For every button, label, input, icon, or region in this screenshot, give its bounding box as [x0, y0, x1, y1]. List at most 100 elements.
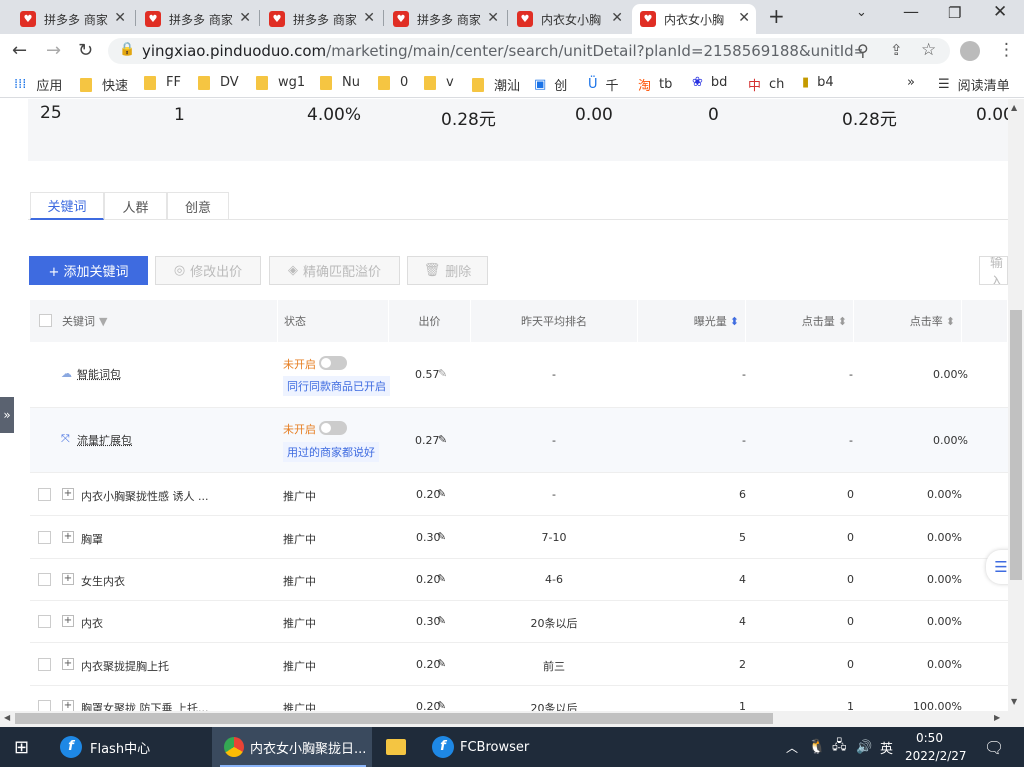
keyword-search-input[interactable]: 输入 [979, 256, 1008, 285]
browser-tab[interactable]: ♥ 拼多多 商家 ✕ [385, 4, 505, 34]
restore-icon[interactable]: ❐ [948, 4, 961, 22]
edit-icon[interactable]: ✎ [437, 614, 446, 627]
bookmark-link[interactable]: ❀ bd [692, 75, 727, 90]
volume-icon[interactable]: 🔊 [856, 727, 872, 767]
back-icon[interactable]: ← [12, 40, 27, 61]
bookmarks-overflow-button[interactable]: » [907, 75, 915, 90]
close-tab-icon[interactable]: ✕ [487, 10, 499, 26]
apps-bookmark[interactable]: ⁞⁞⁞ 应用 [14, 75, 62, 94]
bookmark-folder[interactable]: 潮汕 [472, 75, 520, 94]
expand-row-icon[interactable]: + [62, 658, 74, 670]
expand-sidebar-icon[interactable]: » [0, 397, 14, 433]
bookmark-star-icon[interactable]: ☆ [921, 40, 936, 60]
close-tab-icon[interactable]: ✕ [738, 10, 750, 26]
close-window-icon[interactable]: ✕ [993, 2, 1007, 22]
reading-list-button[interactable]: ☰ 阅读清单 [938, 75, 1010, 94]
bookmark-link[interactable]: ▮ b4 [802, 75, 834, 90]
file-explorer-icon[interactable] [386, 727, 406, 767]
menu-icon[interactable]: ⋮ [998, 40, 1015, 60]
vertical-scroll-thumb[interactable] [1010, 310, 1022, 580]
sort-icon[interactable]: ⬍ [838, 315, 847, 328]
url-text[interactable]: yingxiao.pinduoduo.com/marketing/main/ce… [142, 42, 862, 60]
edit-icon[interactable]: ✎ [438, 367, 447, 380]
clock-time[interactable]: 0:50 [916, 729, 943, 747]
notification-icon[interactable]: 🗨 [984, 727, 1004, 767]
header-impressions[interactable]: 曝光量 ⬍ [638, 300, 746, 342]
edit-icon[interactable]: ✎ [437, 572, 446, 585]
bookmark-folder[interactable]: 0 [378, 75, 408, 90]
package-toggle[interactable] [319, 421, 347, 435]
zoom-icon[interactable]: ⚲ [857, 41, 869, 60]
row-checkbox[interactable] [38, 573, 51, 586]
row-checkbox[interactable] [38, 658, 51, 671]
expand-row-icon[interactable]: + [62, 573, 74, 585]
bookmark-link[interactable]: Ü千 [588, 75, 619, 94]
header-keyword[interactable]: 关键词 ▼ [30, 300, 278, 342]
add-keyword-button[interactable]: + 添加关键词 [29, 256, 148, 285]
tab-audience[interactable]: 人群 [104, 192, 167, 220]
package-name[interactable]: 流量扩展包 [77, 432, 132, 448]
bookmark-link[interactable]: ▣ 创 [534, 75, 567, 94]
browser-tab-active[interactable]: ♥ 内衣女小胸 ✕ [632, 4, 756, 34]
edit-icon[interactable]: ✎ [438, 433, 447, 446]
edit-icon[interactable]: ✎ [437, 487, 446, 500]
header-ctr[interactable]: 点击率 ⬍ [854, 300, 962, 342]
taskbar-app[interactable]: f FCBrowser [432, 727, 529, 767]
browser-tab[interactable]: ♥ 内衣女小胸 ✕ [509, 4, 629, 34]
expand-row-icon[interactable]: + [62, 488, 74, 500]
sort-icon[interactable]: ⬍ [946, 315, 955, 328]
row-checkbox[interactable] [38, 615, 51, 628]
header-clicks[interactable]: 点击量 ⬍ [746, 300, 854, 342]
bookmark-folder[interactable]: 快速 [80, 75, 128, 94]
lock-icon[interactable]: 🔒 [119, 42, 135, 57]
bookmark-folder[interactable]: DV [198, 75, 239, 90]
browser-tab[interactable]: ♥ 拼多多 商家 ✕ [261, 4, 381, 34]
tab-keywords[interactable]: 关键词 [30, 192, 104, 220]
minimize-icon[interactable]: — [903, 2, 919, 21]
close-tab-icon[interactable]: ✕ [611, 10, 623, 26]
select-all-checkbox[interactable] [39, 314, 52, 327]
qq-icon[interactable]: 🐧 [808, 727, 825, 767]
scroll-down-icon[interactable]: ▼ [1011, 697, 1017, 706]
tray-overflow-icon[interactable]: ︿ [786, 727, 798, 767]
bookmark-folder[interactable]: Nu [320, 75, 360, 90]
tab-search-icon[interactable]: ⌄ [856, 5, 867, 20]
edit-icon[interactable]: ✎ [437, 530, 446, 543]
row-checkbox[interactable] [38, 488, 51, 501]
share-icon[interactable]: ⇪ [890, 41, 903, 59]
new-tab-button[interactable]: + [768, 4, 785, 28]
ime-indicator[interactable]: 英 [880, 727, 893, 767]
reload-icon[interactable]: ↻ [78, 40, 93, 61]
precise-match-bid-button[interactable]: ◈ 精确匹配溢价 [269, 256, 400, 285]
horizontal-scroll-thumb[interactable] [15, 713, 773, 724]
expand-row-icon[interactable]: + [62, 531, 74, 543]
scroll-up-icon[interactable]: ▲ [1011, 103, 1017, 112]
taskbar-app[interactable]: f Flash中心 [60, 727, 150, 767]
filter-icon[interactable]: ▼ [99, 315, 107, 328]
bookmark-folder[interactable]: FF [144, 75, 181, 90]
scroll-left-icon[interactable]: ◀ [4, 713, 10, 722]
clock-date[interactable]: 2022/2/27 [905, 747, 967, 765]
tab-creative[interactable]: 创意 [167, 192, 229, 220]
bookmark-link[interactable]: 中 ch [748, 75, 784, 94]
close-tab-icon[interactable]: ✕ [239, 10, 251, 26]
profile-avatar[interactable] [960, 41, 980, 61]
package-name[interactable]: 智能词包 [77, 366, 121, 382]
windows-start-icon[interactable]: ⊞ [14, 727, 29, 767]
network-icon[interactable]: 🖧 [832, 727, 847, 767]
browser-tab[interactable]: ♥ 拼多多 商家 ✕ [12, 4, 132, 34]
delete-button[interactable]: 🗑 删除 [407, 256, 488, 285]
expand-row-icon[interactable]: + [62, 615, 74, 627]
bookmark-link[interactable]: 淘 tb [638, 75, 672, 94]
browser-tab[interactable]: ♥ 拼多多 商家 ✕ [137, 4, 257, 34]
sort-icon[interactable]: ⬍ [730, 315, 739, 328]
modify-bid-button[interactable]: ◎ 修改出价 [155, 256, 261, 285]
package-toggle[interactable] [319, 356, 347, 370]
close-tab-icon[interactable]: ✕ [363, 10, 375, 26]
edit-icon[interactable]: ✎ [437, 657, 446, 670]
forward-icon[interactable]: → [46, 40, 61, 61]
bookmark-folder[interactable]: v [424, 75, 454, 90]
taskbar-app-active[interactable]: 内衣女小胸聚拢日... [224, 727, 366, 767]
close-tab-icon[interactable]: ✕ [114, 10, 126, 26]
row-checkbox[interactable] [38, 531, 51, 544]
